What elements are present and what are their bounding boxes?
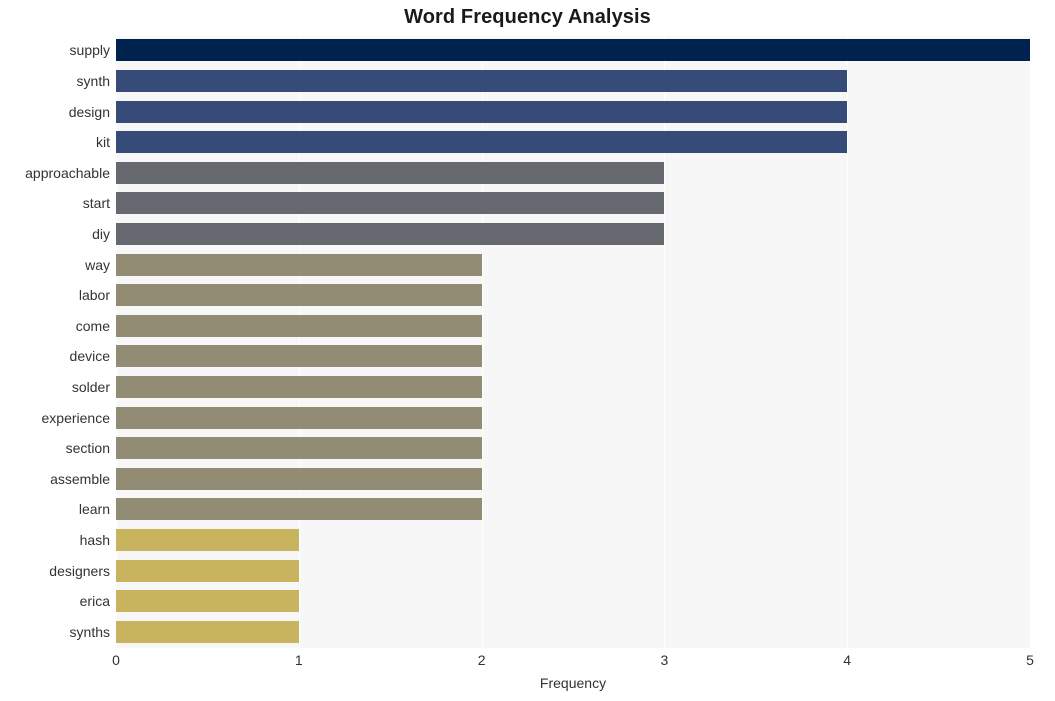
- bar: [116, 498, 482, 521]
- bars-layer: [116, 36, 1030, 648]
- x-axis-tick-labels: 0 1 2 3 4 5: [0, 652, 1055, 676]
- bar: [116, 314, 482, 337]
- bar: [116, 39, 1030, 62]
- bar: [116, 528, 299, 551]
- bar: [116, 161, 665, 184]
- y-tick-label: labor: [78, 287, 110, 304]
- x-tick-label: 0: [112, 652, 120, 668]
- y-tick-label: learn: [78, 501, 110, 518]
- y-tick-label: kit: [96, 134, 110, 151]
- bar: [116, 406, 482, 429]
- bar: [116, 222, 665, 245]
- bar: [116, 131, 848, 154]
- y-tick-label: come: [75, 317, 110, 334]
- y-tick-label: experience: [41, 409, 111, 426]
- y-tick-label: start: [82, 195, 110, 212]
- y-tick-label: supply: [69, 42, 110, 59]
- y-tick-label: synth: [76, 72, 110, 89]
- y-tick-label: hash: [79, 531, 110, 548]
- word-frequency-chart: Word Frequency Analysis supply synth desig…: [0, 0, 1055, 701]
- chart-title: Word Frequency Analysis: [404, 6, 651, 28]
- gridline-x-5: [1030, 36, 1031, 648]
- bar: [116, 192, 665, 215]
- y-tick-label: assemble: [50, 470, 110, 487]
- x-tick-label: 1: [294, 652, 303, 668]
- y-tick-label: device: [69, 348, 110, 365]
- x-tick-label: 4: [843, 652, 852, 668]
- y-tick-label: design: [68, 103, 110, 120]
- y-tick-label: approachable: [25, 164, 110, 181]
- y-tick-label: designers: [49, 562, 110, 579]
- plot-area: [116, 36, 1031, 648]
- y-tick-label: way: [85, 256, 110, 273]
- y-tick-label: diy: [92, 225, 110, 242]
- x-tick-label: 5: [1026, 652, 1034, 668]
- bar: [116, 467, 482, 490]
- bar: [116, 284, 482, 307]
- y-tick-label: solder: [71, 378, 110, 395]
- bar: [116, 375, 482, 398]
- bar: [116, 559, 299, 582]
- bar: [116, 100, 848, 123]
- bar: [116, 69, 848, 92]
- y-tick-label: synths: [69, 623, 110, 640]
- y-axis-tick-labels: supply synth design kit approachable start diy…: [0, 36, 110, 648]
- bar: [116, 590, 299, 613]
- bar: [116, 437, 482, 460]
- bar: [116, 620, 299, 643]
- x-tick-label: 3: [660, 652, 669, 668]
- x-tick-label: 2: [477, 652, 486, 668]
- bar: [116, 253, 482, 276]
- bar: [116, 345, 482, 368]
- y-tick-label: erica: [79, 593, 110, 610]
- y-tick-label: section: [65, 440, 110, 457]
- x-axis-title: Frequency: [539, 675, 607, 691]
